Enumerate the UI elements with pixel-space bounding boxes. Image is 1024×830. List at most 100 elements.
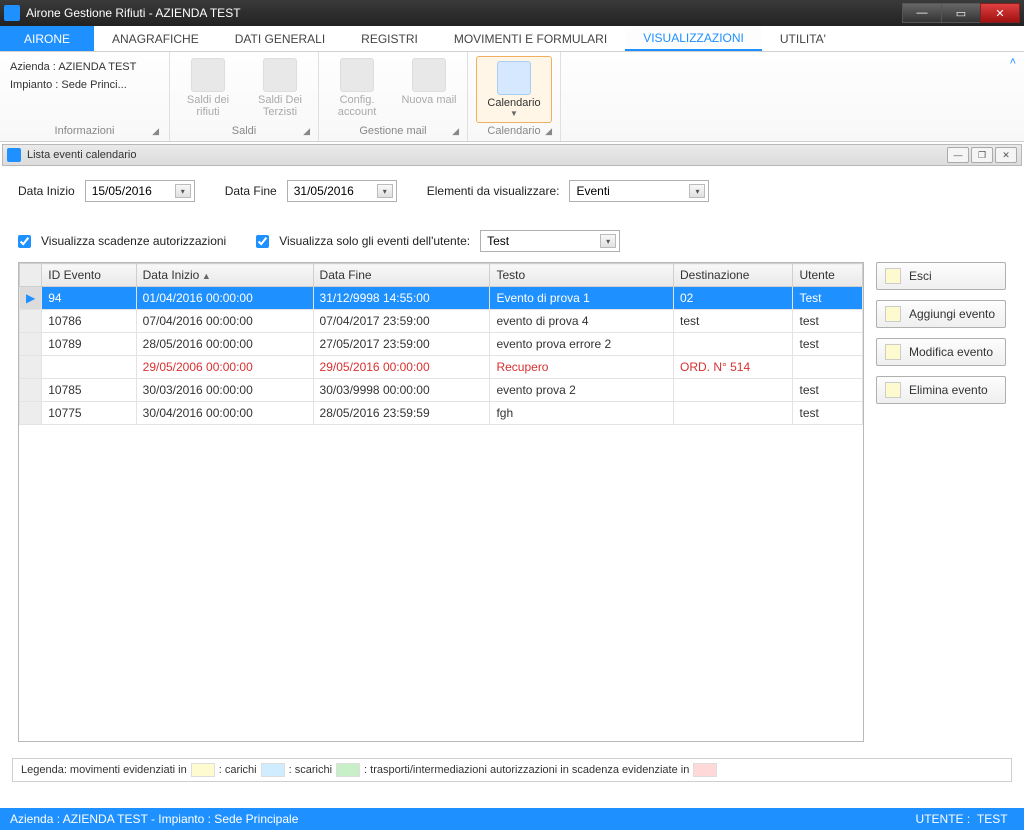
cell[interactable]: 10786: [42, 310, 136, 333]
child-window-header: Lista eventi calendario — ❐ ✕: [2, 144, 1022, 166]
aggiungi-button[interactable]: Aggiungi evento: [876, 300, 1006, 328]
col-testo[interactable]: Testo: [490, 264, 674, 287]
cell[interactable]: [674, 379, 793, 402]
launcher-icon[interactable]: ◢: [152, 126, 159, 137]
cell[interactable]: 10775: [42, 402, 136, 425]
cell[interactable]: [793, 356, 863, 379]
tab-utilita[interactable]: UTILITA': [762, 26, 844, 51]
close-button[interactable]: ✕: [980, 3, 1020, 23]
row-indicator[interactable]: [20, 379, 42, 402]
table-row[interactable]: ▶9401/04/2016 00:00:0031/12/9998 14:55:0…: [20, 287, 863, 310]
cell[interactable]: Evento di prova 1: [490, 287, 674, 310]
statusbar: Azienda : AZIENDA TEST - Impianto : Sede…: [0, 808, 1024, 830]
cell[interactable]: 94: [42, 287, 136, 310]
calendar-dropdown-icon[interactable]: ▾: [175, 184, 191, 198]
elementi-combo[interactable]: Eventi▾: [569, 180, 709, 202]
esci-button[interactable]: Esci: [876, 262, 1006, 290]
col-destinazione[interactable]: Destinazione: [674, 264, 793, 287]
cell[interactable]: 30/03/2016 00:00:00: [136, 379, 313, 402]
table-row[interactable]: 1078607/04/2016 00:00:0007/04/2017 23:59…: [20, 310, 863, 333]
cell[interactable]: [42, 356, 136, 379]
cell[interactable]: 29/05/2006 00:00:00: [136, 356, 313, 379]
col-id[interactable]: ID Evento: [42, 264, 136, 287]
saldi-terzisti-button[interactable]: Saldi Dei Terzisti: [250, 56, 310, 118]
cell[interactable]: 29/05/2016 00:00:00: [313, 356, 490, 379]
utente-value: Test: [487, 234, 509, 248]
chk-utente[interactable]: [256, 235, 269, 248]
utente-combo[interactable]: Test ▾: [480, 230, 620, 252]
cell[interactable]: Recupero: [490, 356, 674, 379]
tab-registri[interactable]: REGISTRI: [343, 26, 436, 51]
child-close-button[interactable]: ✕: [995, 147, 1017, 163]
cell[interactable]: test: [793, 402, 863, 425]
tab-airone[interactable]: AIRONE: [0, 26, 94, 51]
events-grid[interactable]: ID Evento Data Inizio Data Fine Testo De…: [18, 262, 864, 742]
col-utente[interactable]: Utente: [793, 264, 863, 287]
maximize-button[interactable]: ▭: [941, 3, 981, 23]
cell[interactable]: 28/05/2016 23:59:59: [313, 402, 490, 425]
nuova-mail-button[interactable]: Nuova mail: [399, 56, 459, 106]
table-row[interactable]: 1078928/05/2016 00:00:0027/05/2017 23:59…: [20, 333, 863, 356]
row-selector-header[interactable]: [20, 264, 42, 287]
cell[interactable]: 27/05/2017 23:59:00: [313, 333, 490, 356]
table-row[interactable]: 1077530/04/2016 00:00:0028/05/2016 23:59…: [20, 402, 863, 425]
row-indicator[interactable]: [20, 310, 42, 333]
cell[interactable]: evento prova errore 2: [490, 333, 674, 356]
cell[interactable]: 07/04/2017 23:59:00: [313, 310, 490, 333]
legend-prefix: Legenda: movimenti evidenziati in: [21, 764, 187, 776]
ribbon-collapse-icon[interactable]: ˄: [1010, 56, 1016, 68]
config-account-button[interactable]: Config. account: [327, 56, 387, 118]
row-indicator[interactable]: ▶: [20, 287, 42, 310]
cell[interactable]: evento prova 2: [490, 379, 674, 402]
cell[interactable]: 10785: [42, 379, 136, 402]
saldi-rifiuti-button[interactable]: Saldi dei rifiuti: [178, 56, 238, 118]
launcher-icon[interactable]: ◢: [452, 126, 459, 137]
launcher-icon[interactable]: ◢: [303, 126, 310, 137]
chevron-down-icon[interactable]: ▾: [689, 184, 705, 198]
chevron-down-icon[interactable]: ▾: [600, 234, 616, 248]
child-min-button[interactable]: —: [947, 147, 969, 163]
data-inizio-input[interactable]: 15/05/2016▾: [85, 180, 195, 202]
tab-movimenti[interactable]: MOVIMENTI E FORMULARI: [436, 26, 625, 51]
calendar-dropdown-icon[interactable]: ▾: [377, 184, 393, 198]
tab-visualizzazioni[interactable]: VISUALIZZAZIONI: [625, 26, 762, 51]
cell[interactable]: 28/05/2016 00:00:00: [136, 333, 313, 356]
cell[interactable]: 30/04/2016 00:00:00: [136, 402, 313, 425]
data-fine-input[interactable]: 31/05/2016▾: [287, 180, 397, 202]
cell[interactable]: Test: [793, 287, 863, 310]
cell[interactable]: test: [793, 333, 863, 356]
modifica-button[interactable]: Modifica evento: [876, 338, 1006, 366]
launcher-icon[interactable]: ◢: [545, 126, 552, 137]
row-indicator[interactable]: [20, 402, 42, 425]
cell[interactable]: 10789: [42, 333, 136, 356]
chk-scadenze[interactable]: [18, 235, 31, 248]
tab-anagrafiche[interactable]: ANAGRAFICHE: [94, 26, 217, 51]
cell[interactable]: evento di prova 4: [490, 310, 674, 333]
cell[interactable]: test: [793, 379, 863, 402]
cell[interactable]: 01/04/2016 00:00:00: [136, 287, 313, 310]
row-indicator[interactable]: [20, 333, 42, 356]
cell[interactable]: fgh: [490, 402, 674, 425]
minimize-button[interactable]: —: [902, 3, 942, 23]
calendario-button[interactable]: Calendario▼: [476, 56, 552, 123]
table-row[interactable]: 29/05/2006 00:00:0029/05/2016 00:00:00Re…: [20, 356, 863, 379]
table-row[interactable]: 1078530/03/2016 00:00:0030/03/9998 00:00…: [20, 379, 863, 402]
legend-scarichi: : scarichi: [289, 764, 332, 776]
legend-trasporti: : trasporti/intermediazioni autorizzazio…: [364, 764, 689, 776]
cell[interactable]: 07/04/2016 00:00:00: [136, 310, 313, 333]
cell[interactable]: test: [793, 310, 863, 333]
status-user-value: TEST: [977, 812, 1007, 826]
child-restore-button[interactable]: ❐: [971, 147, 993, 163]
cell[interactable]: [674, 333, 793, 356]
col-data-fine[interactable]: Data Fine: [313, 264, 490, 287]
cell[interactable]: 31/12/9998 14:55:00: [313, 287, 490, 310]
cell[interactable]: 30/03/9998 00:00:00: [313, 379, 490, 402]
cell[interactable]: ORD. N° 514: [674, 356, 793, 379]
row-indicator[interactable]: [20, 356, 42, 379]
cell[interactable]: test: [674, 310, 793, 333]
cell[interactable]: 02: [674, 287, 793, 310]
col-data-inizio[interactable]: Data Inizio: [136, 264, 313, 287]
cell[interactable]: [674, 402, 793, 425]
elimina-button[interactable]: Elimina evento: [876, 376, 1006, 404]
tab-dati-generali[interactable]: DATI GENERALI: [217, 26, 343, 51]
